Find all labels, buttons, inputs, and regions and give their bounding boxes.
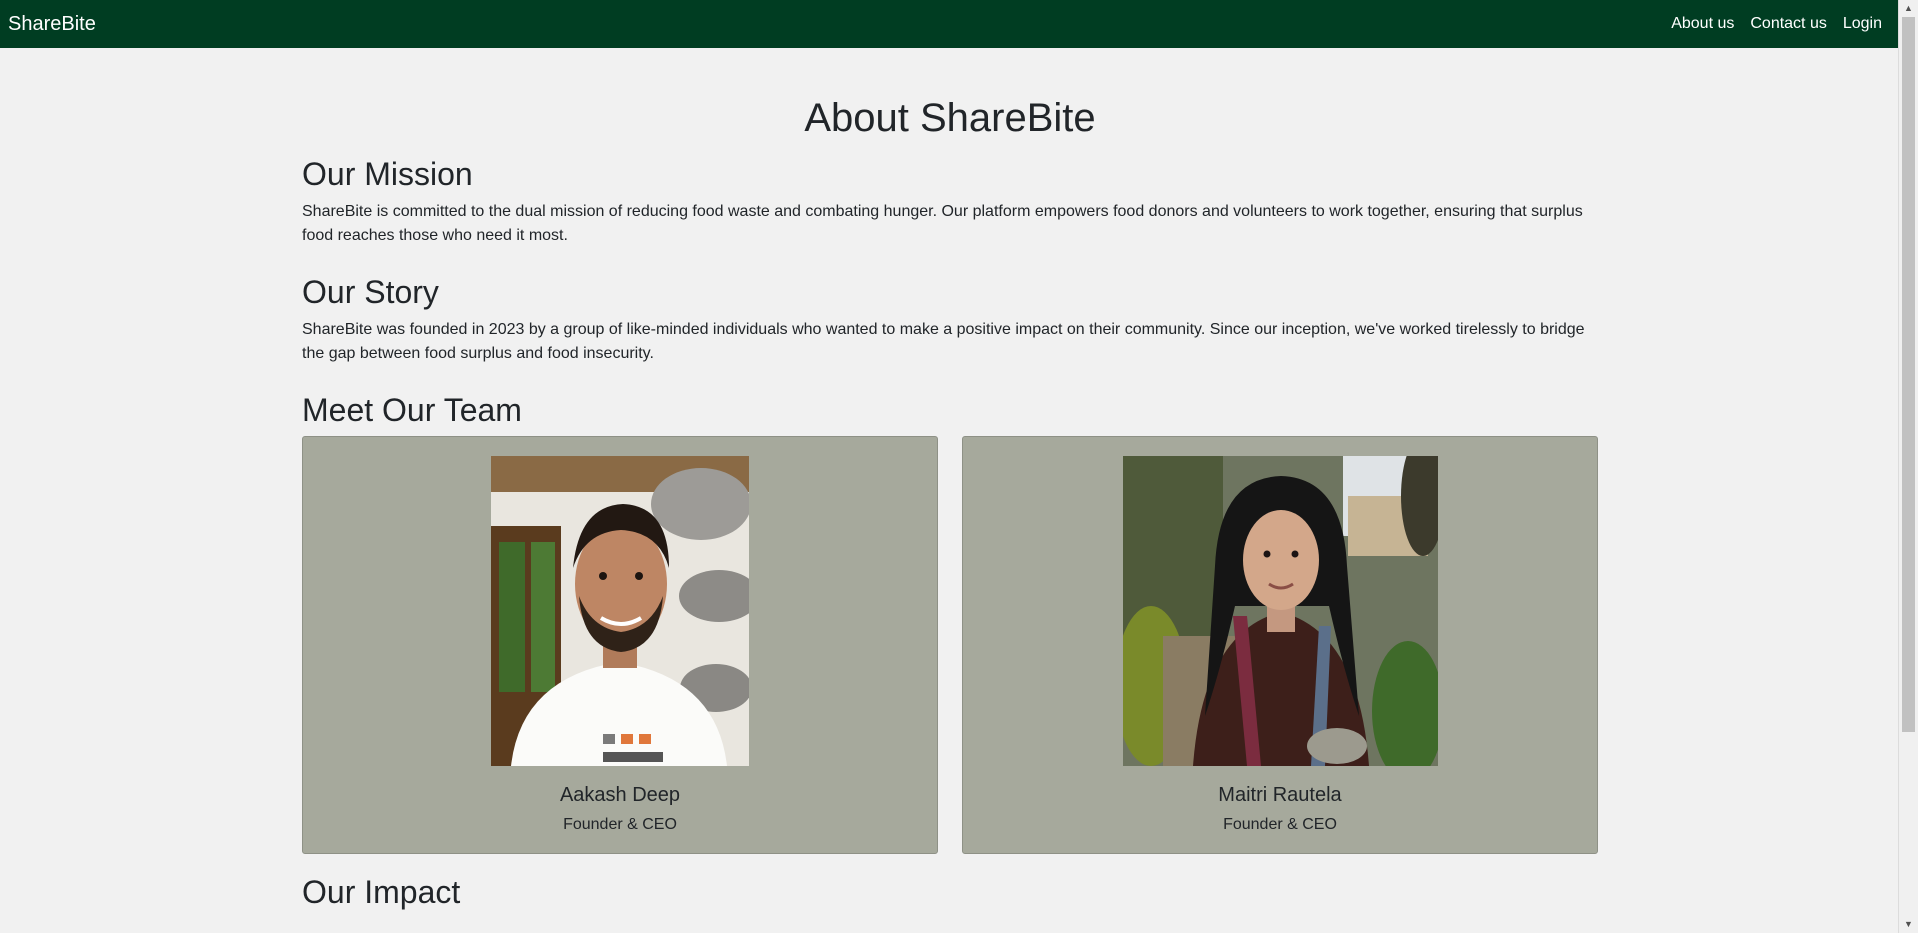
scrollbar-thumb[interactable] [1902,17,1915,732]
mission-heading: Our Mission [302,156,473,192]
vertical-scrollbar[interactable]: ▲ ▼ [1898,0,1918,933]
portrait-man-illustration [491,456,749,766]
page-title: About ShareBite [804,96,1096,140]
nav-links: About us Contact us Login [1671,15,1890,33]
nav-contact-us-link[interactable]: Contact us [1750,15,1826,33]
top-navbar: ShareBite About us Contact us Login [0,0,1898,48]
team-card-maitri: Maitri Rautela Founder & CEO [962,436,1598,854]
mission-text: ShareBite is committed to the dual missi… [302,203,1583,244]
team-member-name: Aakash Deep [559,784,681,806]
team-cards: Aakash Deep Founder & CEO Maitri Rautela… [302,436,1598,854]
story-heading: Our Story [302,274,439,310]
scroll-up-arrow-icon[interactable]: ▲ [1899,0,1918,17]
team-card-aakash: Aakash Deep Founder & CEO [302,436,938,854]
portrait-woman-illustration [1122,456,1438,766]
team-member-name: Maitri Rautela [1218,784,1342,806]
nav-login-link[interactable]: Login [1843,15,1882,33]
scroll-down-arrow-icon[interactable]: ▼ [1899,916,1918,933]
team-member-role: Founder & CEO [1223,816,1337,833]
team-member-photo [491,456,749,766]
team-heading: Meet Our Team [302,392,522,428]
team-member-role: Founder & CEO [563,816,677,833]
main-content: About ShareBite Our Mission ShareBite is… [302,48,1598,912]
nav-about-us-link[interactable]: About us [1671,15,1734,33]
story-text: ShareBite was founded in 2023 by a group… [302,321,1585,362]
impact-heading: Our Impact [302,874,461,910]
team-member-photo [1122,456,1438,766]
brand-link[interactable]: ShareBite [8,13,96,36]
